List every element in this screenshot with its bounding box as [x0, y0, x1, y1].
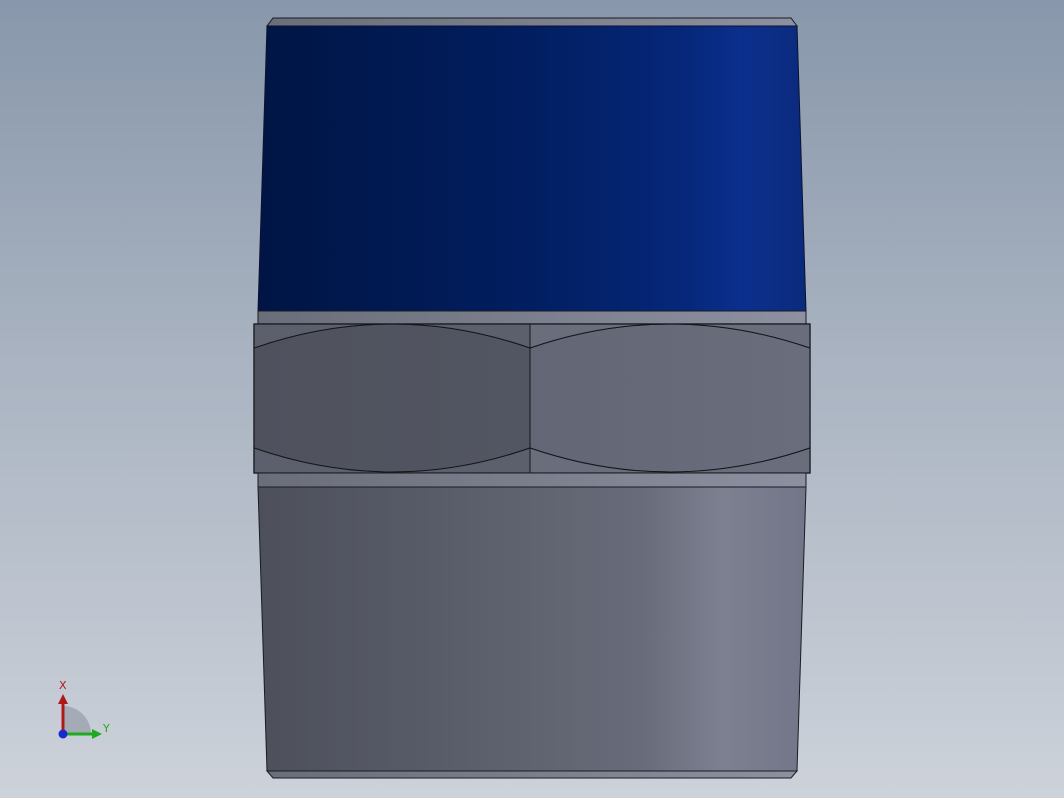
bottom-thread-section [257, 486, 807, 772]
bottom-chamfer [265, 770, 799, 779]
hex-face-right [529, 323, 811, 473]
part-model[interactable] [0, 0, 1064, 798]
x-axis-label: X [59, 679, 67, 692]
graphics-viewport[interactable]: X Y [0, 0, 1064, 798]
z-axis-dot [58, 729, 68, 739]
y-axis-label: Y [103, 722, 110, 735]
lower-neck [257, 472, 807, 488]
upper-neck [257, 310, 807, 325]
reference-triad: X Y [50, 676, 120, 746]
top-thread-section [257, 25, 807, 312]
top-chamfer [266, 17, 798, 27]
hex-face-left [253, 323, 531, 473]
triad-plane-arc [63, 706, 91, 734]
